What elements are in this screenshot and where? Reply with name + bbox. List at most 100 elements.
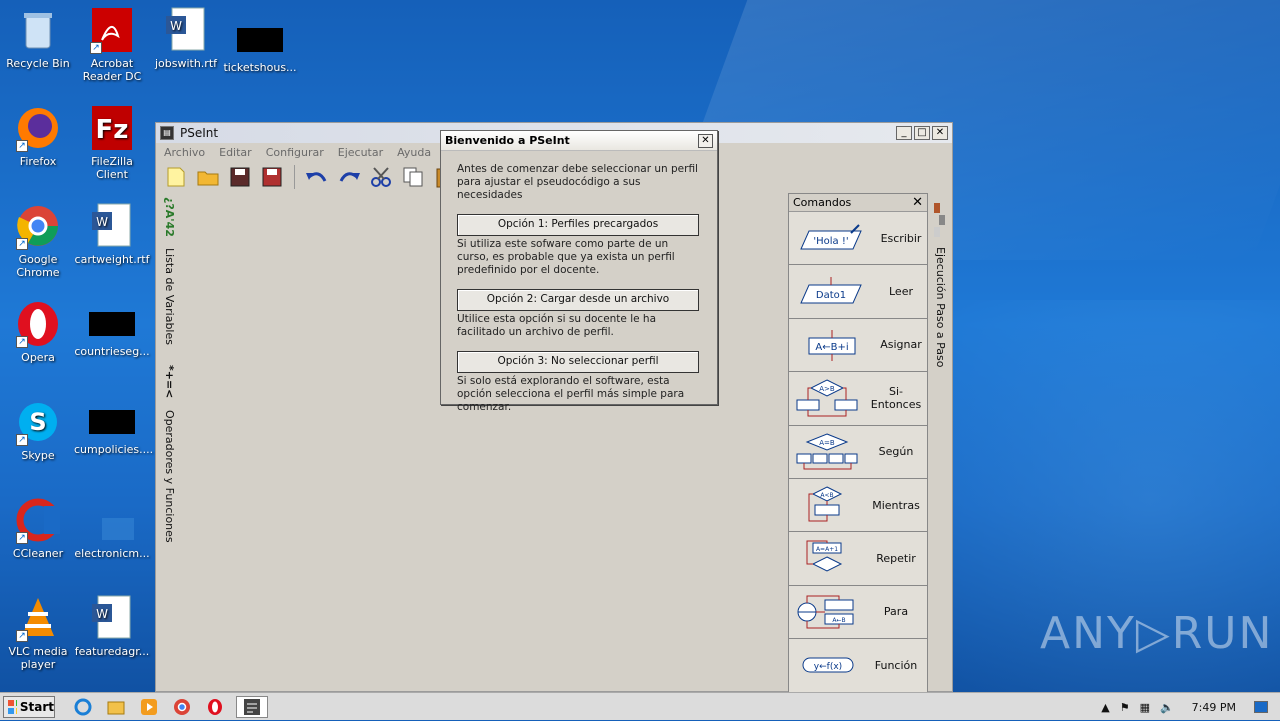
command-repetir[interactable]: A=A+1 Repetir — [789, 532, 927, 586]
word-doc-icon: W — [162, 6, 210, 54]
si-entonces-shape-icon: A>B — [796, 379, 858, 417]
desktop-icon-jobswith[interactable]: W jobswith.rtf — [148, 6, 224, 70]
command-funcion[interactable]: y←f(x) Función — [789, 639, 927, 693]
menu-archivo[interactable]: Archivo — [164, 146, 205, 159]
desktop-icon-chrome[interactable]: ↗ Google Chrome — [0, 202, 76, 279]
command-segun[interactable]: A=B Según — [789, 425, 927, 479]
desktop-icon-acrobat[interactable]: ↗ Acrobat Reader DC — [74, 6, 150, 83]
command-para[interactable]: A←B Para — [789, 585, 927, 640]
dialog-intro-text: Antes de comenzar debe seleccionar un pe… — [457, 163, 698, 201]
command-escribir[interactable]: 'Hola !' Escribir — [789, 212, 927, 266]
menu-ayuda[interactable]: Ayuda — [397, 146, 431, 159]
show-desktop-icon[interactable] — [1254, 701, 1268, 713]
save-as-icon[interactable] — [260, 165, 284, 189]
anyrun-watermark: ANY▷RUN — [1040, 608, 1274, 659]
command-asignar[interactable]: A←B+i Asignar — [789, 318, 927, 373]
desktop-icon-countrieseg[interactable]: countrieseg... — [74, 300, 150, 358]
pseint-app-icon: ▤ — [160, 126, 174, 140]
skype-icon: S ↗ — [14, 398, 62, 446]
svg-text:A←B+i: A←B+i — [815, 342, 848, 353]
escribir-shape-icon: 'Hola !' — [800, 224, 862, 250]
tab-operadores-y-funciones[interactable]: *+=< Operadores y Funciones — [163, 365, 176, 543]
taskbar-explorer-icon[interactable] — [104, 696, 128, 718]
option2-button[interactable]: Opción 2: Cargar desde un archivo — [457, 289, 699, 311]
acrobat-icon: ↗ — [88, 6, 136, 54]
tray-expand-icon[interactable]: ▲ — [1101, 701, 1109, 714]
toolbar-separator — [294, 165, 295, 189]
volume-icon[interactable]: 🔈 — [1160, 701, 1174, 714]
start-button[interactable]: Start — [3, 695, 55, 718]
menu-editar[interactable]: Editar — [219, 146, 252, 159]
svg-text:A←B: A←B — [832, 617, 845, 624]
open-folder-icon[interactable] — [196, 165, 220, 189]
taskbar-media-player-icon[interactable] — [137, 696, 161, 718]
asignar-shape-icon: A←B+i — [808, 329, 856, 361]
word-doc-icon: W — [88, 594, 136, 642]
tab-ejecucion-paso-a-paso[interactable]: Ejecución Paso a Paso — [934, 247, 947, 368]
taskbar-ie-icon[interactable] — [71, 696, 95, 718]
new-file-icon[interactable] — [164, 165, 188, 189]
svg-text:Dato1: Dato1 — [816, 290, 846, 301]
redacted-file-icon — [237, 28, 283, 52]
copy-icon[interactable] — [401, 165, 425, 189]
option3-button[interactable]: Opción 3: No seleccionar perfil — [457, 351, 699, 373]
chrome-icon: ↗ — [14, 202, 62, 250]
menu-ejecutar[interactable]: Ejecutar — [338, 146, 383, 159]
svg-text:A=A+1: A=A+1 — [816, 546, 838, 553]
dialog-titlebar[interactable]: Bienvenido a PSeInt — [441, 131, 717, 151]
filezilla-icon: Fz — [88, 104, 136, 152]
segun-shape-icon: A=B — [796, 433, 858, 470]
cut-icon[interactable] — [369, 165, 393, 189]
svg-text:Fz: Fz — [96, 115, 129, 145]
svg-text:A>B: A>B — [819, 385, 835, 393]
tab-lista-de-variables[interactable]: ¿?A'42 Lista de Variables — [163, 197, 176, 345]
tab-lista-de-variables-icon: ¿?A'42 — [163, 197, 176, 237]
recycle-bin-icon — [14, 6, 62, 54]
close-button[interactable]: ✕ — [932, 126, 948, 140]
taskbar-opera-icon[interactable] — [203, 696, 227, 718]
save-icon[interactable] — [228, 165, 252, 189]
commands-panel: Comandos ✕ 'Hola !' Escribir Dato1 Leer … — [788, 193, 928, 693]
desktop-icon-opera[interactable]: ↗ Opera — [0, 300, 76, 364]
network-icon[interactable]: ▦ — [1140, 701, 1150, 714]
command-mientras[interactable]: A<B Mientras — [789, 478, 927, 533]
taskbar-chrome-icon[interactable] — [170, 696, 194, 718]
desktop-icon-cumpolicies[interactable]: cumpolicies.... — [74, 398, 153, 456]
commands-close-icon[interactable]: ✕ — [912, 195, 923, 210]
taskbar-pseint-icon[interactable] — [236, 695, 268, 718]
repetir-shape-icon: A=A+1 — [806, 540, 843, 572]
clock[interactable]: 7:49 PM — [1192, 701, 1236, 714]
desktop-icon-electronicm[interactable]: electronicm... — [74, 496, 150, 560]
svg-text:W: W — [170, 19, 182, 33]
opera-icon: ↗ — [14, 300, 62, 348]
commands-panel-header: Comandos ✕ — [789, 194, 927, 212]
dialog-close-button[interactable]: ✕ — [698, 134, 713, 148]
firefox-icon: ↗ — [14, 104, 62, 152]
maximize-button[interactable]: □ — [914, 126, 930, 140]
commands-panel-title: Comandos — [793, 196, 852, 209]
redacted-file-icon — [89, 410, 135, 434]
desktop-icon-firefox[interactable]: ↗ Firefox — [0, 104, 76, 168]
file-icon — [88, 496, 136, 544]
flag-icon[interactable]: ⚑ — [1120, 701, 1130, 714]
option1-button[interactable]: Opción 1: Perfiles precargados — [457, 214, 699, 236]
desktop-icon-cartweight[interactable]: W cartweight.rtf — [74, 202, 150, 266]
minimize-button[interactable]: _ — [896, 126, 912, 140]
option1-description: Si utiliza este sofware como parte de un… — [457, 238, 675, 276]
desktop-icon-filezilla[interactable]: Fz FileZilla Client — [74, 104, 150, 181]
desktop-icon-featuredagr[interactable]: W featuredagr... — [74, 594, 150, 658]
command-si-entonces[interactable]: A>B Si-Entonces — [789, 372, 927, 426]
menu-configurar[interactable]: Configurar — [266, 146, 324, 159]
undo-icon[interactable] — [305, 165, 329, 189]
desktop-icon-recycle-bin[interactable]: Recycle Bin — [0, 6, 76, 70]
tab-operadores-icon: *+=< — [163, 365, 176, 399]
desktop-icon-ticketshous[interactable]: ticketshous... — [222, 6, 298, 74]
option3-description: Si solo está explorando el software, est… — [457, 375, 685, 413]
command-leer[interactable]: Dato1 Leer — [789, 265, 927, 319]
desktop-icon-ccleaner[interactable]: ↗ CCleaner — [0, 496, 76, 560]
step-by-step-icon[interactable] — [933, 203, 947, 237]
redo-icon[interactable] — [337, 165, 361, 189]
desktop-icon-skype[interactable]: S ↗ Skype — [0, 398, 76, 462]
svg-text:W: W — [96, 607, 108, 621]
desktop-icon-vlc[interactable]: ↗ VLC media player — [0, 594, 76, 671]
